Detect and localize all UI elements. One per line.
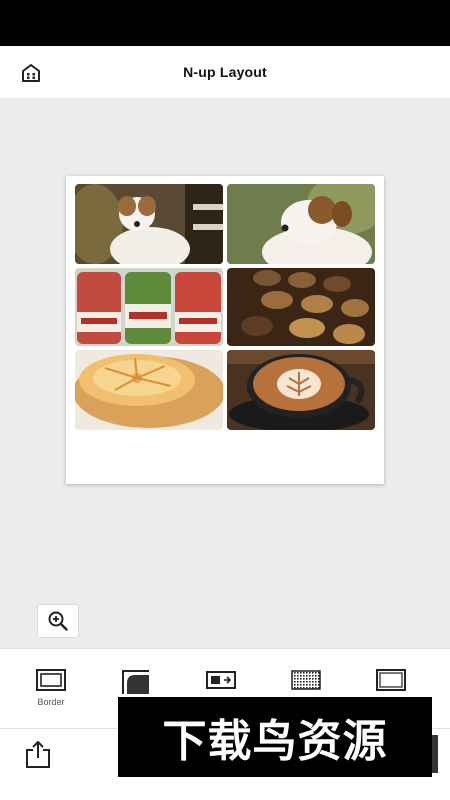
zoom-in-icon [48, 611, 68, 631]
home-button[interactable] [20, 62, 42, 84]
watermark-banner: 下载鸟资源 [118, 697, 432, 777]
share-icon [26, 740, 50, 768]
watermark-text: 下载鸟资源 [162, 716, 388, 767]
tool-pattern[interactable] [276, 669, 336, 691]
corner-radius-icon [122, 670, 149, 694]
photo-latte[interactable] [227, 350, 375, 430]
pattern-icon [291, 670, 321, 690]
partial-button [432, 735, 438, 773]
photo-fruit-tart[interactable] [75, 350, 223, 430]
photo-chocolates[interactable] [227, 268, 375, 346]
frame-icon [376, 669, 406, 691]
page-title: N-up Layout [183, 64, 267, 80]
photo-sweet-shop[interactable] [75, 268, 223, 346]
tool-corner-radius[interactable] [106, 669, 166, 695]
header: N-up Layout [0, 46, 450, 99]
tool-border[interactable]: Border [21, 669, 81, 707]
photo-dog-2[interactable] [227, 184, 375, 264]
tool-label: Border [37, 697, 65, 707]
layout-sheet [66, 176, 384, 484]
photo-dog-1[interactable] [75, 184, 223, 264]
home-indicator-area [0, 780, 450, 800]
home-icon [22, 64, 40, 82]
zoom-button[interactable] [37, 604, 79, 638]
share-button[interactable] [24, 739, 52, 769]
layout-icon [206, 671, 236, 689]
tool-frame[interactable] [361, 669, 421, 691]
tool-layout[interactable] [191, 669, 251, 691]
canvas-area [0, 98, 450, 648]
status-bar [0, 0, 450, 46]
border-frame-icon [36, 669, 66, 691]
